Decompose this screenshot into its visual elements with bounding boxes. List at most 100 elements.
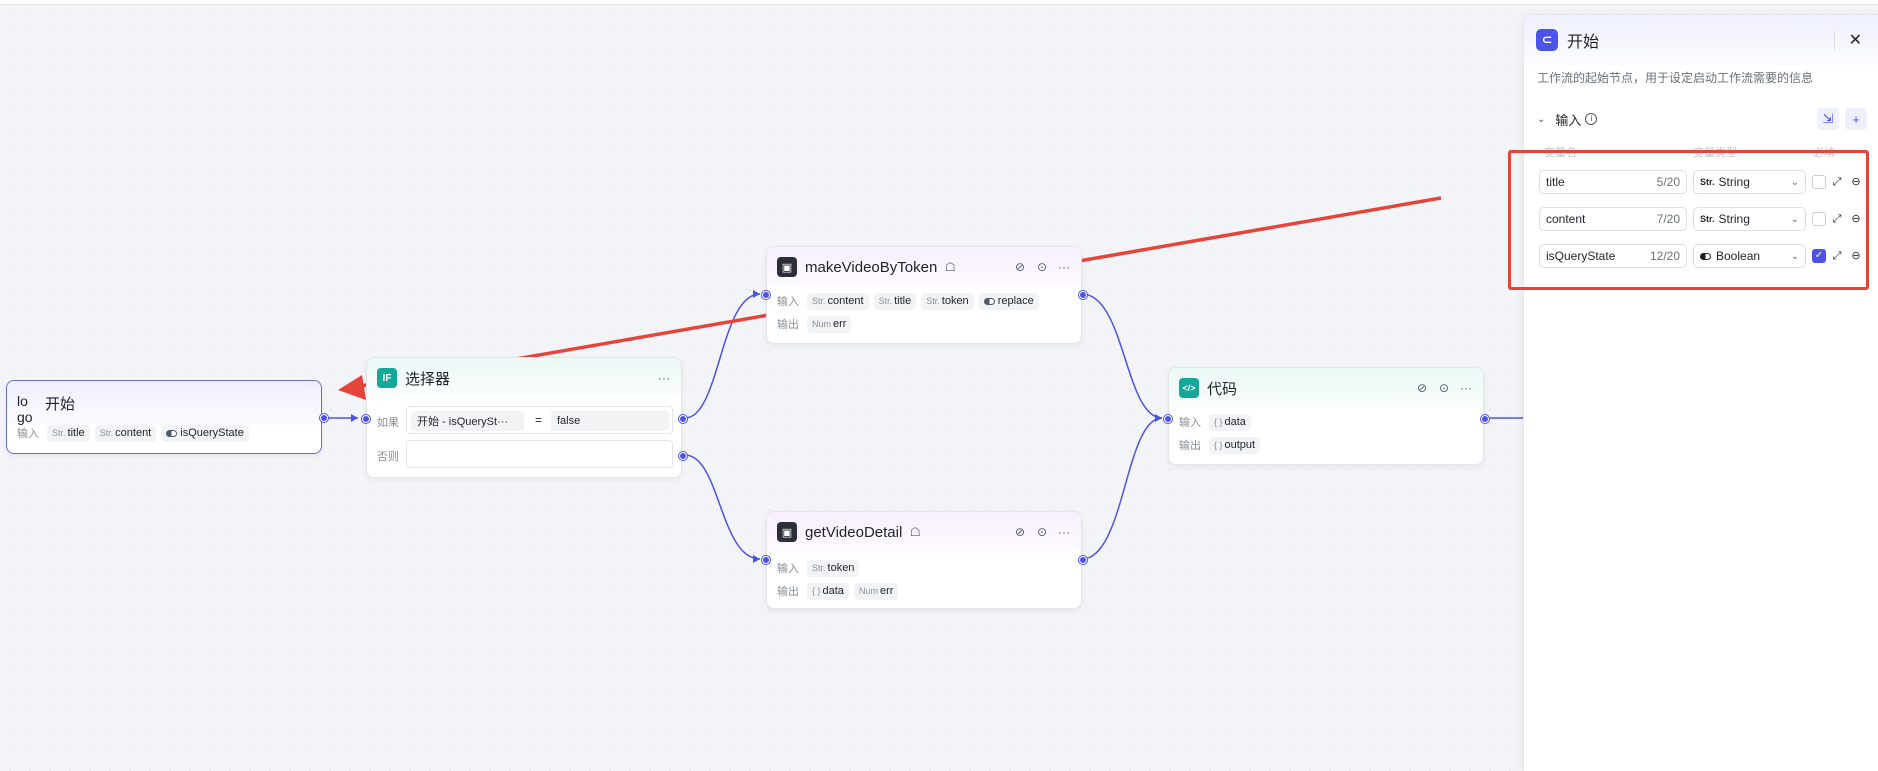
more-icon[interactable]: ··· [1057,525,1071,539]
chip-output: { } output [1209,436,1261,454]
expand-icon[interactable]: ⤢ [1830,175,1844,189]
more-icon[interactable]: ··· [1057,260,1071,274]
expand-icon[interactable]: ⤢ [1830,212,1844,226]
code-output-port[interactable] [1481,415,1489,423]
variable-type-select[interactable]: Str. String ⌄ [1693,170,1806,194]
chevron-down-icon: ⌄ [1790,250,1799,262]
run-icon[interactable]: ⊙ [1035,260,1049,274]
chip-isquerystate: isQueryState [161,424,249,442]
get-video-node[interactable]: ▣ getVideoDetail ☖ ⊘ ⊙ ··· 输入 Str. token … [762,511,1087,609]
chip-err: Num err [853,582,899,600]
chip-content: Str. content [94,424,157,442]
chip-token: Str. token [921,292,974,310]
chip-replace: replace [978,292,1039,310]
plugin-icon: ▣ [777,257,797,277]
remove-icon[interactable]: ⊖ [1849,249,1863,263]
toggle-icon [166,429,178,437]
if-icon: IF [377,368,397,388]
input-label: 输入 [777,563,799,575]
else-box[interactable] [406,440,673,468]
output-label: 输出 [1179,440,1201,452]
variable-name-input[interactable]: title 5/20 [1539,170,1687,194]
bell-off-icon[interactable]: ⊘ [1415,381,1429,395]
variable-name-input[interactable]: isQueryState 12/20 [1539,244,1687,268]
start-node-title: 开始 [45,395,76,413]
condition-operator: = [535,413,543,427]
toggle-icon [983,297,995,305]
input-label: 输入 [1179,417,1201,429]
plugin-icon: ▣ [777,522,797,542]
required-checkbox[interactable] [1812,212,1826,226]
get-video-output-port[interactable] [1079,556,1087,564]
code-input-port[interactable] [1164,415,1172,423]
code-inputs: 输入 { } data [1169,412,1483,432]
make-video-inputs: 输入 Str. content Str. title Str. token repla… [767,291,1081,311]
start-node[interactable]: lo go 开始 输入 Str. title Str. content isQuer… [6,380,328,454]
selector-node[interactable]: IF 选择器 ··· 如果 开始 - isQuerySt··· = false … [362,357,687,478]
if-condition-box[interactable]: 开始 - isQuerySt··· = false [406,406,673,434]
make-video-outputs: 输出 Num err [767,314,1081,334]
required-checkbox[interactable] [1812,175,1826,189]
bell-off-icon[interactable]: ⊘ [1013,525,1027,539]
make-video-node[interactable]: ▣ makeVideoByToken ☖ ⊘ ⊙ ··· 输入 Str. cont… [762,246,1087,344]
run-icon[interactable]: ⊙ [1035,525,1049,539]
variable-name-input[interactable]: content 7/20 [1539,207,1687,231]
broken-logo-image: lo go [17,393,33,425]
info-icon: i [1585,113,1598,125]
start-output-port[interactable] [320,414,328,422]
input-label: 输入 [777,296,799,308]
selector-if-port[interactable] [679,415,687,423]
variable-type-select[interactable]: Boolean ⌄ [1693,244,1806,268]
arrowhead-code [1155,414,1162,422]
more-icon[interactable]: ··· [657,371,671,385]
edge-selector-make [684,293,761,419]
add-variable-button[interactable]: + [1845,108,1867,130]
else-label: 否则 [377,451,399,463]
arrowhead-selector [351,414,358,422]
expand-icon[interactable]: ⤢ [1830,249,1844,263]
chevron-down-icon: ⌄ [1790,176,1799,188]
remove-icon[interactable]: ⊖ [1849,175,1863,189]
input-label: 输入 [17,428,39,440]
required-checkbox-checked[interactable]: ✓ [1812,249,1826,263]
start-node-inputs: 输入 Str. title Str. content isQueryState [7,423,321,443]
selector-else-port[interactable] [679,452,687,460]
panel-header: ⊂ 开始 ✕ [1524,15,1878,65]
arrowhead-make [753,290,760,298]
variable-type-select[interactable]: Str. String ⌄ [1693,207,1806,231]
code-node-title: 代码 [1207,380,1238,398]
chevron-down-icon[interactable]: ⌄ [1537,114,1545,125]
code-outputs: 输出 { } output [1169,435,1483,455]
make-video-input-port[interactable] [762,291,770,299]
annotation-arrow-head [338,375,366,400]
chevron-down-icon: ⌄ [1790,213,1799,225]
col-header-type: 变量类型 [1693,147,1737,159]
selector-input-port[interactable] [362,415,370,423]
edge-get-code [1081,417,1163,560]
get-video-title: getVideoDetail [805,523,903,541]
get-video-inputs: 输入 Str. token [767,558,1081,578]
chip-data: { } data [807,582,849,600]
bell-off-icon[interactable]: ⊘ [1013,260,1027,274]
if-label: 如果 [377,417,399,429]
panel-title: 开始 [1567,34,1600,51]
run-icon[interactable]: ⊙ [1437,381,1451,395]
condition-left: 开始 - isQuerySt··· [411,411,524,431]
chip-err: Num err [807,315,852,333]
chip-title: Str. title [873,292,917,310]
arrowhead-get [753,555,760,563]
top-bar [0,0,1878,5]
close-icon[interactable]: ✕ [1849,30,1862,50]
more-icon[interactable]: ··· [1459,381,1473,395]
code-node[interactable]: </> 代码 ⊘ ⊙ ··· 输入 { } data 输出 { } output [1164,367,1489,465]
output-label: 输出 [777,319,799,331]
chip-content: Str. content [807,292,869,310]
edge-make-code [1081,293,1163,419]
make-video-output-port[interactable] [1079,291,1087,299]
chip-title: Str. title [47,424,90,442]
col-header-required: 必填 [1813,147,1835,159]
import-button[interactable]: ⇲ [1817,108,1839,130]
input-section-header[interactable]: ⌄ 输入 i ⇲ + [1537,107,1867,131]
remove-icon[interactable]: ⊖ [1849,212,1863,226]
get-video-input-port[interactable] [762,556,770,564]
